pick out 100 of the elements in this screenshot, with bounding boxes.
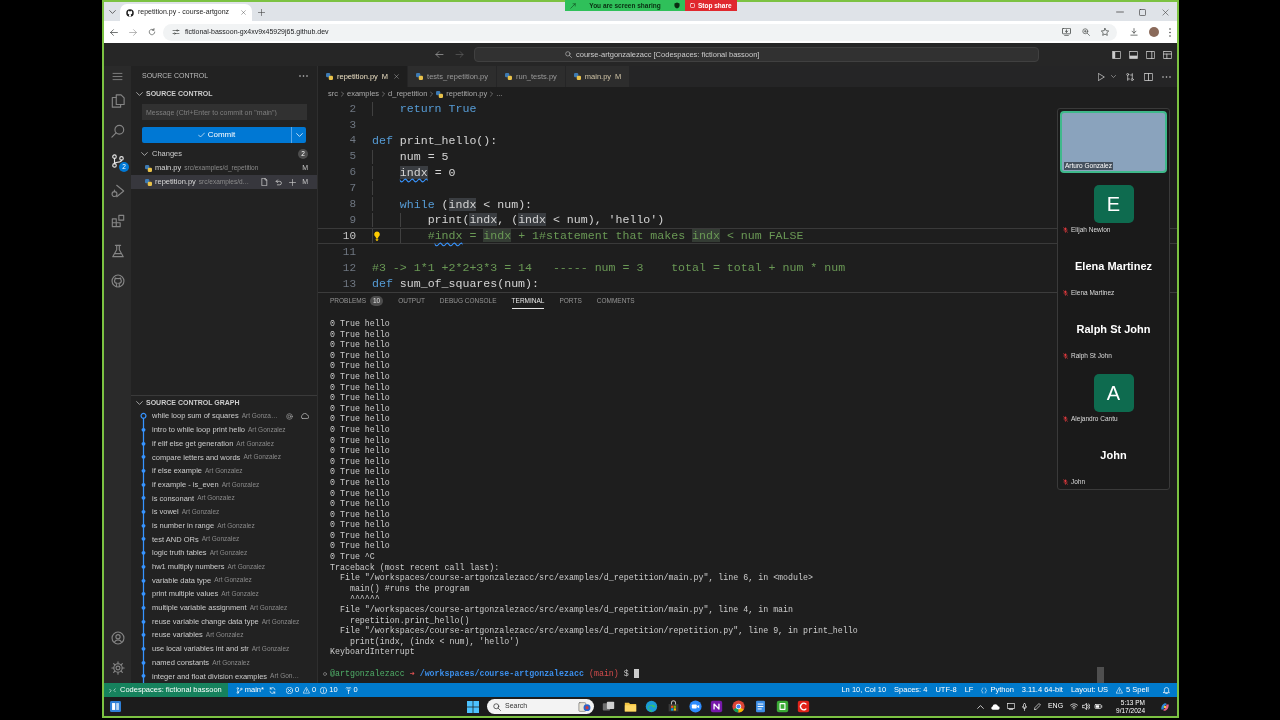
maximize-icon[interactable] (1139, 9, 1146, 16)
avatar-initial: A (1093, 374, 1134, 412)
plus-icon[interactable] (258, 9, 265, 16)
task-view-icon[interactable] (602, 700, 615, 713)
terminal-line: 0 True hello (330, 403, 390, 414)
chevron-down-icon[interactable] (1111, 75, 1116, 78)
terminal-line: repetition.print_hello() (348, 615, 470, 626)
more-icon[interactable] (1162, 75, 1171, 78)
open-file-icon[interactable] (261, 178, 269, 186)
expand-arrow-icon (570, 2, 576, 9)
back-arrow-icon[interactable] (110, 28, 118, 36)
terminal-line: 0 True hello (330, 424, 390, 436)
zoom-magnifier-icon[interactable] (1082, 28, 1090, 36)
terminal-cursor (633, 669, 639, 679)
terminal-line: 0 True hello (330, 319, 390, 330)
video-camera-icon[interactable] (688, 700, 702, 713)
notepad-icon[interactable] (753, 700, 767, 713)
terminal-line: 0 True hello (330, 530, 390, 541)
python-file-icon (436, 90, 444, 98)
terminal-line: 0 True hello (330, 499, 390, 510)
split-editor-icon[interactable] (1144, 72, 1153, 81)
bell-icon[interactable] (1163, 686, 1170, 694)
settings-icon[interactable] (110, 661, 125, 675)
terminal-line: 0 True hello (330, 446, 390, 457)
widgets-icon[interactable] (110, 701, 121, 712)
profile-avatar-icon[interactable] (1149, 27, 1159, 37)
toggle-panel-icon[interactable] (1129, 50, 1138, 59)
shopping-bag-icon[interactable] (667, 700, 681, 713)
terminal-line: 0 True hello (330, 488, 390, 499)
swirl-browser-icon[interactable] (645, 700, 659, 713)
terminal-line: 0 True hello (330, 371, 390, 383)
line-number: 9 (348, 212, 356, 228)
back-arrow-icon[interactable] (435, 51, 444, 58)
github-icon[interactable] (110, 274, 125, 288)
files-icon[interactable] (110, 94, 125, 108)
participant-display-name: Elena Martinez (1075, 258, 1152, 274)
terminal-prompt: @artgonzalezacc ➜ /workspaces/course-artgonzalezacc (main) $ (330, 668, 629, 680)
toggle-secondary-sidebar-icon[interactable] (1146, 50, 1155, 59)
run-icon[interactable] (1098, 72, 1105, 81)
notebook-icon[interactable] (710, 700, 724, 713)
account-icon[interactable] (110, 631, 125, 645)
scrollbar-thumb (1097, 667, 1104, 683)
speaker-icon[interactable] (1082, 703, 1091, 710)
windows-logo-icon[interactable] (467, 700, 479, 713)
discard-icon[interactable] (275, 178, 283, 186)
beaker-icon[interactable] (110, 244, 125, 258)
terminal-line: print(indx, (indx < num), 'hello') (348, 636, 520, 647)
terminal-line: 0 True hello (330, 393, 390, 404)
app-tile-icon[interactable] (775, 700, 789, 713)
app-tile-icon[interactable] (797, 700, 811, 713)
commit-dropdown-button[interactable] (291, 127, 306, 143)
reload-icon[interactable] (148, 28, 156, 36)
run-debug-icon[interactable] (110, 184, 125, 198)
search-icon[interactable] (110, 124, 125, 138)
star-icon[interactable] (1101, 28, 1109, 36)
source-control-icon[interactable] (110, 154, 125, 168)
chevron-right-icon (430, 91, 434, 97)
check-icon (197, 132, 205, 138)
terminal-line: main() #runs the program (348, 583, 470, 595)
wifi-icon[interactable] (1070, 703, 1079, 710)
sync-icon[interactable] (268, 686, 276, 694)
commit-button[interactable]: Commit (142, 127, 291, 143)
customize-layout-icon[interactable] (1163, 50, 1172, 59)
close-icon[interactable] (1162, 9, 1169, 16)
participant-display-name: John (1100, 447, 1127, 463)
chevron-right-icon (382, 91, 386, 97)
pen-icon[interactable] (1033, 703, 1041, 710)
folder-icon[interactable] (623, 700, 637, 713)
download-icon[interactable] (1130, 28, 1138, 36)
python-file-icon (145, 164, 152, 172)
terminal-line: 0 True hello (330, 456, 390, 467)
cloud-icon[interactable] (990, 703, 1000, 710)
terminal-line: ^^^^^^ (348, 594, 380, 605)
toggle-sidebar-icon[interactable] (1112, 50, 1121, 59)
participant-display-name: Ralph St John (1076, 321, 1151, 337)
chevron-down-icon (295, 133, 303, 137)
code-line: def print_hello(): (372, 133, 498, 150)
chevron-up-icon[interactable] (976, 704, 984, 709)
terminal-line: 0 True hello (330, 361, 390, 372)
tab-list-chevron-icon[interactable] (109, 10, 116, 14)
extensions-icon[interactable] (110, 214, 125, 228)
lightbulb-icon[interactable] (373, 231, 381, 242)
shield-icon (674, 2, 680, 9)
code-line: #indx = indx + 1#statement that makes indx < num FALSE (427, 228, 804, 245)
close-icon[interactable] (241, 10, 246, 15)
device-icon[interactable] (1006, 703, 1015, 710)
colorful-app-icon[interactable] (1160, 701, 1170, 712)
terminal-line: 0 True hello (330, 340, 390, 351)
line-number: 6 (348, 165, 356, 181)
microphone-icon[interactable] (1021, 702, 1027, 711)
search-icon (493, 702, 501, 711)
line-number: 7 (348, 181, 356, 197)
compare-changes-icon[interactable] (1126, 72, 1134, 81)
site-settings-icon[interactable] (172, 28, 180, 36)
battery-icon[interactable] (1094, 704, 1104, 709)
install-app-icon[interactable] (1062, 28, 1071, 36)
menu-icon[interactable] (112, 70, 123, 82)
code-line: print(indx, (indx < num), 'hello') (427, 212, 665, 229)
branch-icon (235, 686, 243, 694)
browser-icon[interactable] (732, 700, 746, 713)
